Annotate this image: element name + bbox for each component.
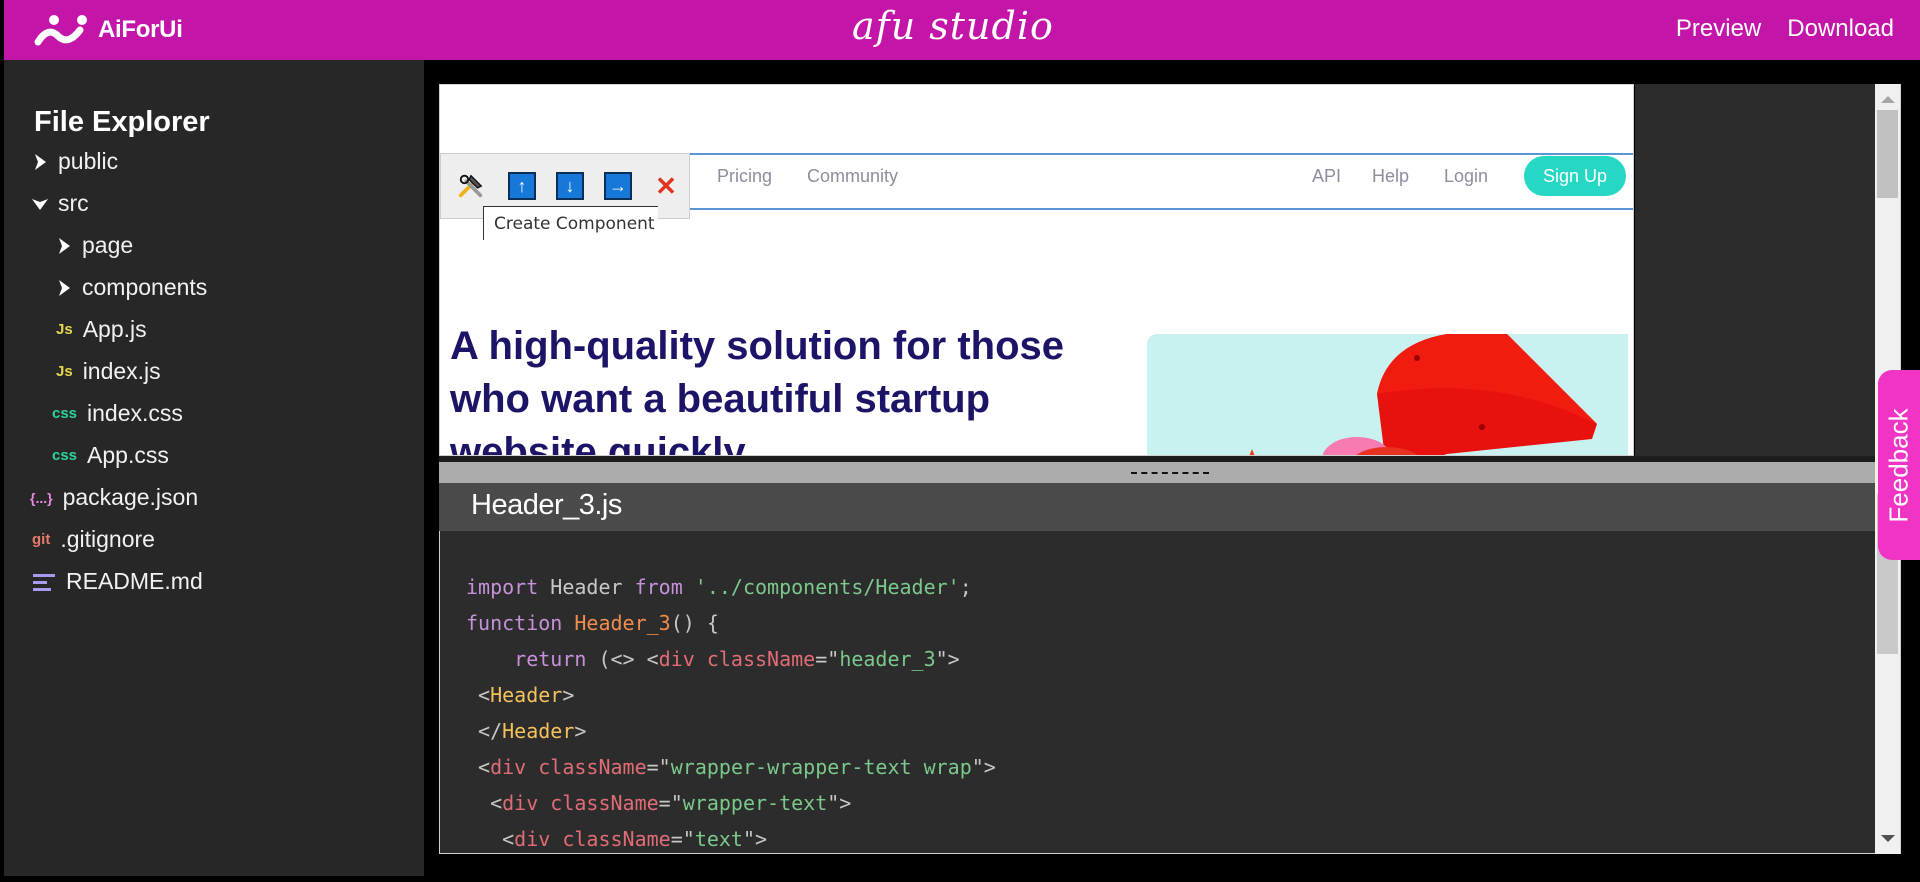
code-line: <div className="text"> <box>466 827 768 851</box>
git-file-icon: git <box>32 531 51 548</box>
signup-button[interactable]: Sign Up <box>1524 156 1626 196</box>
drag-grip-icon[interactable] <box>1131 472 1209 474</box>
tree-item-label: components <box>82 274 208 300</box>
scroll-up-arrow-icon[interactable] <box>1881 96 1895 103</box>
hero-title: A high-quality solution for those who wa… <box>450 324 1065 456</box>
tree-item-label: public <box>58 148 119 174</box>
code-editor[interactable]: import Header from '../components/Header… <box>439 531 1875 854</box>
code-line: import Header from '../components/Header… <box>466 575 972 599</box>
code-line: return (<> <div className="header_3"> <box>514 647 960 671</box>
code-line: <Header> <box>466 683 575 707</box>
file-readme[interactable]: README.md <box>32 568 203 595</box>
tree-item-label: page <box>82 232 134 258</box>
brand-name: AiForUi <box>98 16 183 43</box>
preview-frame: Pricing Community API Help Login Sign Up… <box>439 84 1634 456</box>
studio-title: afu studio <box>852 4 1054 48</box>
brand-logo-icon <box>34 15 87 46</box>
css-file-icon: css <box>52 447 78 464</box>
file-gitignore[interactable]: git .gitignore <box>32 526 155 553</box>
chevron-right-icon <box>35 153 46 170</box>
tree-item-label: README.md <box>66 568 203 594</box>
brand[interactable]: AiForUi <box>34 12 183 48</box>
tree-item-label: App.css <box>87 442 169 468</box>
preview-side-panel <box>1635 84 1875 456</box>
scroll-thumb[interactable] <box>1877 110 1898 198</box>
folder-page[interactable]: page <box>54 232 133 259</box>
download-button[interactable]: Download <box>1787 15 1894 43</box>
file-package-json[interactable]: {...} package.json <box>30 484 198 511</box>
editor-file-tab: Header_3.js <box>439 483 1875 531</box>
file-explorer-title: File Explorer <box>34 106 210 138</box>
move-up-button[interactable]: ↑ <box>508 172 536 200</box>
feedback-button[interactable]: Feedback <box>1878 370 1920 560</box>
scroll-down-arrow-icon[interactable] <box>1881 835 1895 842</box>
code-line: </Header> <box>466 719 587 743</box>
markdown-file-icon <box>33 573 55 591</box>
top-bar: AiForUi afu studio Preview Download <box>4 0 1920 60</box>
move-right-button[interactable]: → <box>604 172 632 200</box>
file-app-css[interactable]: css App.css <box>52 442 169 469</box>
hero-image <box>1147 334 1628 455</box>
tree-item-label: index.css <box>87 400 183 426</box>
tree-item-label: package.json <box>62 484 199 510</box>
json-file-icon: {...} <box>30 489 53 506</box>
feedback-label: Feedback <box>1883 407 1914 523</box>
tools-icon[interactable] <box>457 172 485 200</box>
nav-link-pricing[interactable]: Pricing <box>717 166 772 187</box>
resize-handle[interactable] <box>439 462 1875 483</box>
tree-item-label: src <box>58 190 89 216</box>
code-line: <div className="wrapper-text"> <box>466 791 852 815</box>
file-app-js[interactable]: Js App.js <box>56 316 147 343</box>
folder-components[interactable]: components <box>54 274 207 301</box>
chevron-down-icon <box>32 198 48 210</box>
hero-illustration-icon <box>1249 334 1597 455</box>
nav-link-help[interactable]: Help <box>1372 166 1409 187</box>
code-line: <div className="wrapper-wrapper-text wra… <box>466 755 996 779</box>
move-down-button[interactable]: ↓ <box>556 172 584 200</box>
nav-link-api[interactable]: API <box>1312 166 1341 187</box>
file-index-js[interactable]: Js index.js <box>56 358 161 385</box>
tree-item-label: .gitignore <box>60 526 155 552</box>
js-file-icon: Js <box>56 321 73 338</box>
nav-link-community[interactable]: Community <box>807 166 898 187</box>
file-explorer: File Explorer public src page components… <box>4 60 424 876</box>
preview-button[interactable]: Preview <box>1676 15 1761 43</box>
js-file-icon: Js <box>56 363 73 380</box>
nav-link-login[interactable]: Login <box>1444 166 1488 187</box>
file-index-css[interactable]: css index.css <box>52 400 183 427</box>
code-line: function Header_3() { <box>466 611 719 635</box>
chevron-right-icon <box>59 279 70 296</box>
delete-component-button[interactable]: ✕ <box>652 171 680 201</box>
tree-item-label: App.js <box>82 316 147 342</box>
css-file-icon: css <box>52 405 78 422</box>
folder-src[interactable]: src <box>30 190 89 217</box>
create-component-tooltip: Create Component <box>483 206 658 240</box>
chevron-right-icon <box>59 237 70 254</box>
tree-item-label: index.js <box>82 358 161 384</box>
folder-public[interactable]: public <box>30 148 118 175</box>
